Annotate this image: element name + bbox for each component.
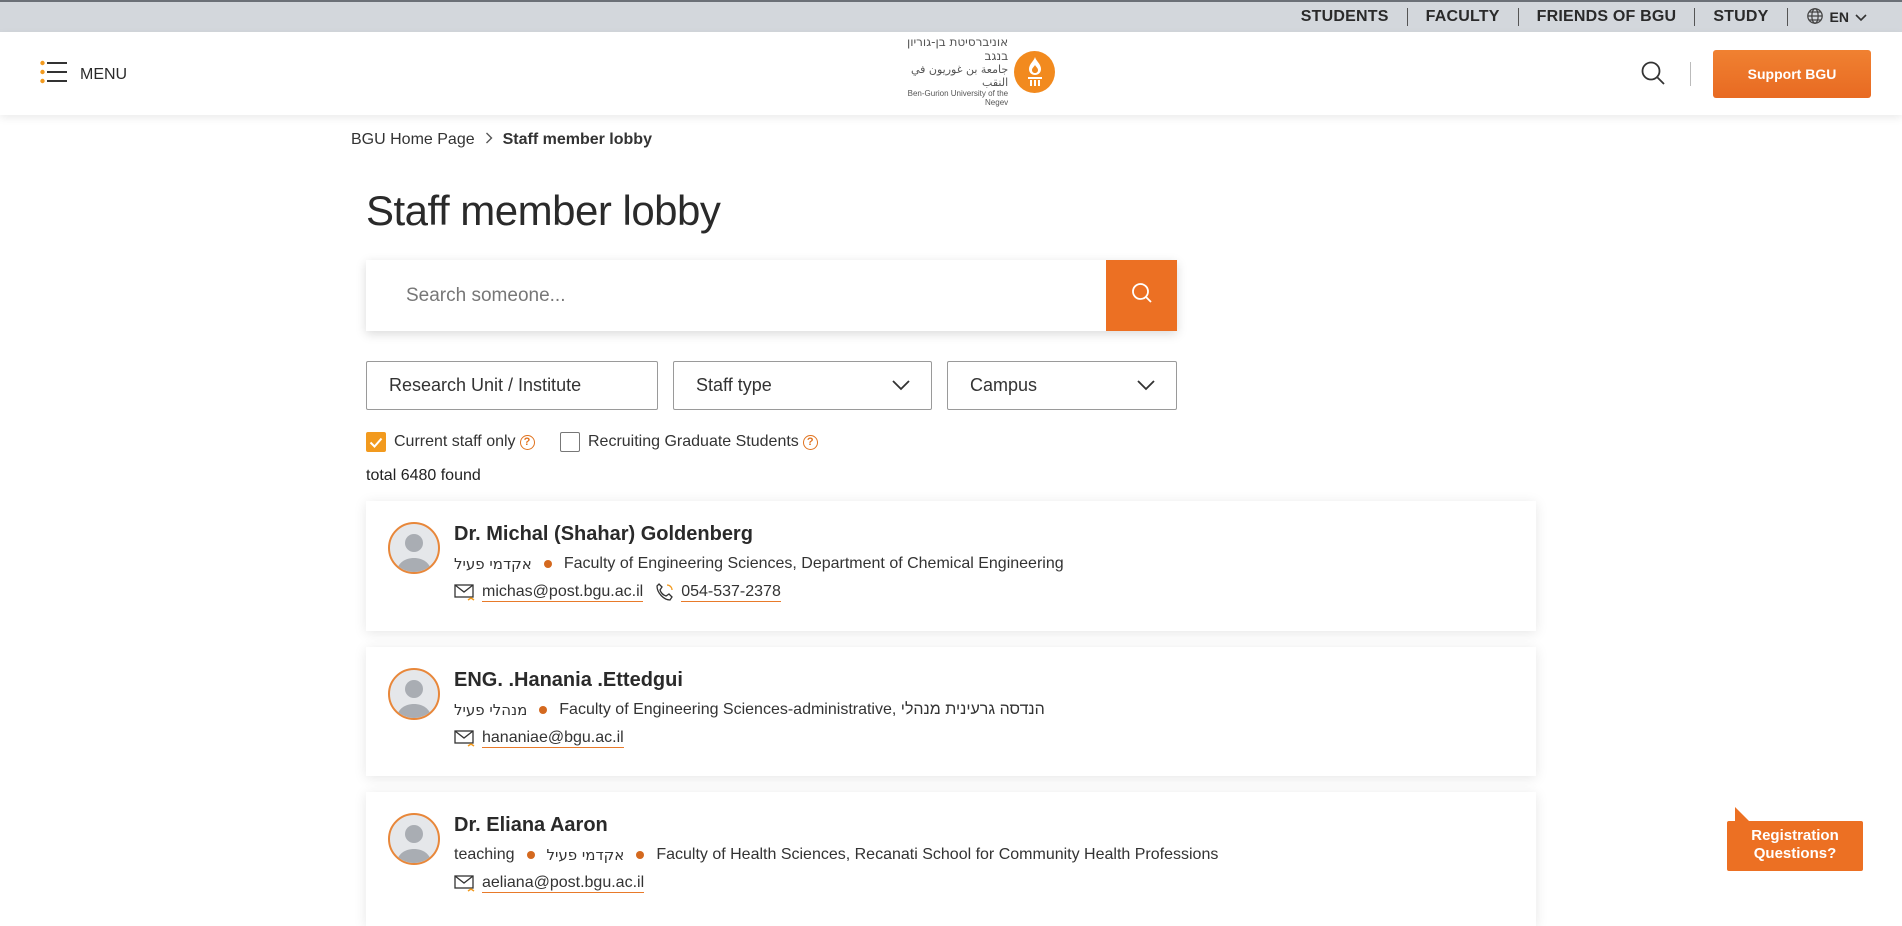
staff-contacts: aeliana@post.bgu.ac.il [454, 873, 645, 893]
search-input[interactable] [366, 260, 1106, 331]
recruiting-label: Recruiting Graduate Students [588, 433, 799, 450]
topbar-link-study[interactable]: STUDY [1695, 8, 1786, 26]
registration-questions-button[interactable]: Registration Questions? [1727, 807, 1863, 871]
bullet-dot [543, 560, 552, 568]
search-submit-button[interactable] [1106, 260, 1177, 331]
flame-emblem-icon [1014, 51, 1055, 93]
staff-name[interactable]: Dr. Eliana Aaron [454, 814, 608, 837]
chevron-right-icon [485, 131, 493, 149]
language-label: EN [1829, 9, 1849, 25]
recruiting-checkbox[interactable] [560, 432, 580, 452]
page-title: Staff member lobby [366, 187, 721, 234]
language-selector[interactable]: EN [1788, 7, 1867, 28]
logo-arabic: جامعة بن غوريون في النقب [910, 62, 1009, 89]
results-count: total 6480 found [366, 467, 481, 484]
help-icon[interactable]: ? [519, 434, 535, 450]
avatar [388, 813, 440, 865]
avatar [388, 522, 440, 574]
staff-card[interactable]: ENG. .Hanania .Ettedgui מנהלי פעיל Facul… [366, 647, 1536, 776]
staff-status: אקדמי פעיל [546, 846, 625, 864]
research-unit-label: Research Unit / Institute [389, 375, 582, 395]
staff-card[interactable]: Dr. Eliana Aaron teaching אקדמי פעיל Fac… [366, 792, 1536, 926]
main-header: MENU אוניברסיטת בן-גוריון בנגב جامعة بن … [0, 32, 1902, 115]
staff-email-link[interactable]: michas@post.bgu.ac.il [482, 583, 644, 602]
current-staff-label: Current staff only [394, 433, 516, 450]
campus-dropdown[interactable]: Campus [947, 361, 1177, 410]
logo-hebrew: אוניברסיטת בן-גוריון בנגב [906, 35, 1009, 64]
staff-phone-link[interactable]: 054-537-2378 [681, 583, 781, 602]
header-divider [1690, 62, 1691, 86]
current-staff-checkbox[interactable] [366, 432, 386, 452]
staff-card[interactable]: Dr. Michal (Shahar) Goldenberg אקדמי פעי… [366, 501, 1536, 631]
mail-icon [454, 582, 476, 602]
breadcrumb-home-link[interactable]: BGU Home Page [351, 131, 475, 149]
support-bgu-button[interactable]: Support BGU [1713, 50, 1871, 98]
hamburger-icon [40, 60, 68, 89]
research-unit-filter[interactable]: Research Unit / Institute [366, 361, 658, 410]
globe-icon [1806, 7, 1824, 28]
topbar-link-students[interactable]: STUDENTS [1283, 8, 1407, 26]
mail-icon [454, 728, 476, 748]
recruiting-checkbox-row[interactable]: Recruiting Graduate Students ? [560, 432, 818, 452]
logo-english: Ben-Gurion University of the Negev [907, 89, 1009, 108]
campus-label: Campus [970, 375, 1038, 395]
topbar-link-faculty[interactable]: FACULTY [1408, 8, 1518, 26]
avatar [388, 668, 440, 720]
bullet-dot [539, 706, 548, 714]
bullet-dot [526, 851, 535, 859]
bgu-logo[interactable]: אוניברסיטת בן-גוריון בנגב جامعة بن غوريو… [883, 36, 1055, 107]
header-search-icon[interactable] [1640, 60, 1666, 91]
staff-contacts: michas@post.bgu.ac.il 054-537-2378 [454, 582, 781, 602]
chevron-down-icon [891, 375, 911, 396]
help-icon[interactable]: ? [802, 434, 818, 450]
staff-email-link[interactable]: hananiae@bgu.ac.il [482, 729, 624, 748]
staff-status: מנהלי פעיל [454, 701, 528, 719]
staff-contacts: hananiae@bgu.ac.il [454, 728, 624, 748]
staff-name[interactable]: Dr. Michal (Shahar) Goldenberg [454, 523, 753, 546]
utility-bar: STUDENTS FACULTY FRIENDS OF BGU STUDY EN [0, 0, 1902, 32]
bullet-dot [636, 851, 645, 859]
staff-faculty: Faculty of Engineering Sciences-administ… [559, 701, 1045, 718]
staff-name[interactable]: ENG. .Hanania .Ettedgui [454, 669, 683, 692]
staff-faculty: Faculty of Health Sciences, Recanati Sch… [656, 846, 1219, 863]
staff-email-link[interactable]: aeliana@post.bgu.ac.il [482, 874, 645, 893]
staff-role: teaching [454, 846, 515, 863]
chevron-down-icon [1136, 375, 1156, 396]
topbar-link-friends[interactable]: FRIENDS OF BGU [1519, 8, 1695, 26]
logo-text: אוניברסיטת בן-גוריון בנגב جامعة بن غوريو… [883, 35, 1009, 108]
phone-icon [655, 582, 675, 602]
menu-button[interactable]: MENU [40, 60, 127, 89]
staff-status: אקדמי פעיל [454, 555, 532, 573]
chevron-down-icon [1855, 9, 1867, 25]
staff-type-dropdown[interactable]: Staff type [673, 361, 932, 410]
staff-meta: מנהלי פעיל Faculty of Engineering Scienc… [454, 701, 1045, 719]
mail-icon [454, 873, 476, 893]
staff-meta: אקדמי פעיל Faculty of Engineering Scienc… [454, 555, 1064, 573]
breadcrumb-current: Staff member lobby [502, 131, 652, 148]
staff-type-label: Staff type [696, 375, 772, 395]
staff-meta: teaching אקדמי פעיל Faculty of Health Sc… [454, 846, 1218, 864]
staff-faculty: Faculty of Engineering Sciences, Departm… [563, 555, 1064, 572]
search-icon [1130, 281, 1154, 310]
breadcrumb: BGU Home Page Staff member lobby [351, 131, 652, 149]
staff-search [366, 260, 1177, 331]
current-staff-checkbox-row[interactable]: Current staff only ? [366, 432, 535, 452]
menu-label: MENU [80, 65, 128, 83]
